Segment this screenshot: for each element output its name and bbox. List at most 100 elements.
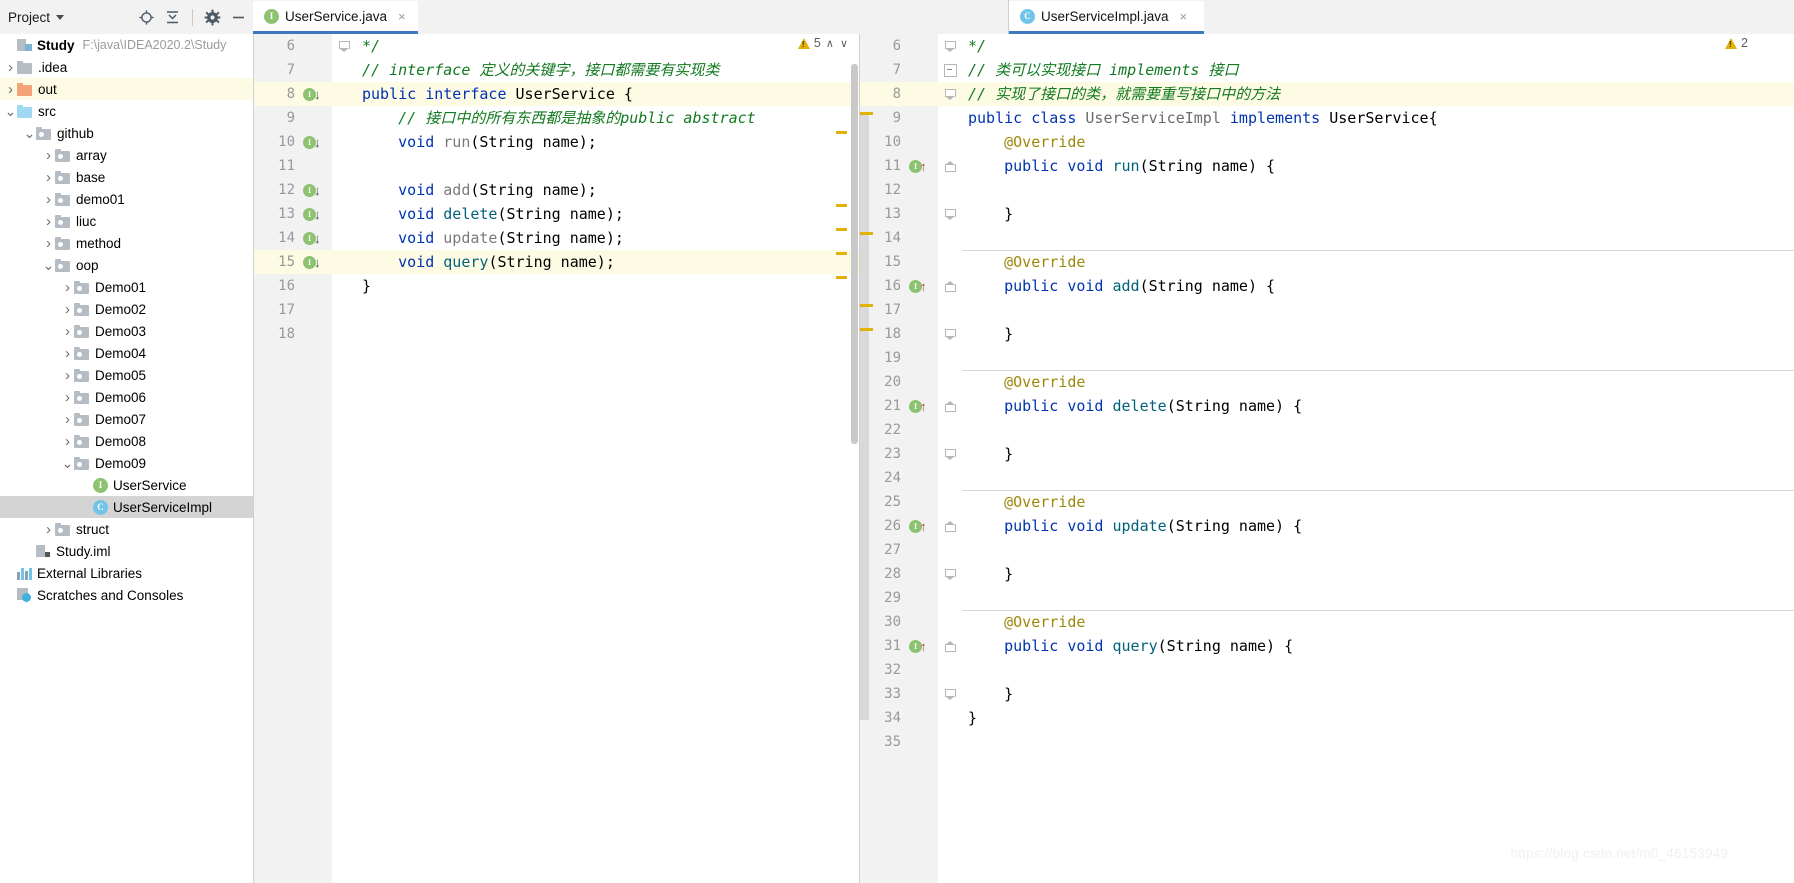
- code-line[interactable]: [356, 322, 859, 346]
- code-line[interactable]: [962, 730, 1794, 754]
- error-stripe-mark[interactable]: [860, 112, 873, 115]
- chevron-right-icon[interactable]: ›: [61, 342, 74, 364]
- chevron-right-icon[interactable]: ›: [61, 408, 74, 430]
- tree-item--idea[interactable]: ›.idea: [0, 56, 253, 78]
- code-text[interactable]: */// interface 定义的关键字，接口都需要有实现类public in…: [356, 34, 859, 883]
- code-line[interactable]: [962, 226, 1794, 250]
- code-line[interactable]: [356, 154, 859, 178]
- fold-region-end-icon[interactable]: [945, 41, 956, 52]
- fold-gutter[interactable]: [938, 34, 962, 883]
- code-line[interactable]: @Override: [962, 610, 1794, 634]
- code-line[interactable]: [962, 298, 1794, 322]
- locate-icon[interactable]: [138, 9, 155, 26]
- implemented-by-icon[interactable]: I↓: [303, 253, 327, 271]
- chevron-right-icon[interactable]: ›: [42, 518, 55, 540]
- project-title[interactable]: Project: [8, 10, 50, 25]
- fold-region-end-icon[interactable]: [945, 569, 956, 580]
- close-icon[interactable]: ×: [398, 10, 406, 23]
- code-line[interactable]: void update(String name);: [356, 226, 859, 250]
- code-line[interactable]: [962, 538, 1794, 562]
- tree-item-src[interactable]: ⌄src: [0, 100, 253, 122]
- inspection-widget-left[interactable]: 5 ∧ ∨: [798, 36, 849, 50]
- tree-item-userserviceimpl[interactable]: CUserServiceImpl: [0, 496, 253, 518]
- error-stripe-mark[interactable]: [836, 252, 847, 255]
- tree-item-demo08[interactable]: ›Demo08: [0, 430, 253, 452]
- fold-region-end-icon[interactable]: [945, 689, 956, 700]
- prev-problem-icon[interactable]: ∧: [825, 37, 835, 50]
- fold-region-end-icon[interactable]: [945, 449, 956, 460]
- tree-item-demo03[interactable]: ›Demo03: [0, 320, 253, 342]
- gutter-marks[interactable]: I↓ I↓ I↓ I↓ I↓ I↓: [300, 34, 332, 883]
- tree-item-out[interactable]: ›out: [0, 78, 253, 100]
- error-stripe-mark[interactable]: [860, 328, 873, 331]
- fold-region-start-icon[interactable]: [945, 641, 956, 652]
- tab-user-service-impl-java[interactable]: C UserServiceImpl.java ×: [1009, 1, 1204, 34]
- chevron-down-icon[interactable]: ⌄: [23, 122, 36, 144]
- chevron-right-icon[interactable]: ›: [42, 144, 55, 166]
- tree-item-base[interactable]: ›base: [0, 166, 253, 188]
- tab-user-service-java[interactable]: I UserService.java ×: [253, 1, 418, 34]
- tree-item-method[interactable]: ›method: [0, 232, 253, 254]
- chevron-down-icon[interactable]: ⌄: [61, 452, 74, 474]
- settings-gear-icon[interactable]: [204, 9, 221, 26]
- implemented-by-icon[interactable]: I↓: [303, 181, 327, 199]
- code-line[interactable]: [962, 346, 1794, 370]
- tree-item-demo02[interactable]: ›Demo02: [0, 298, 253, 320]
- tree-item-demo05[interactable]: ›Demo05: [0, 364, 253, 386]
- chevron-right-icon[interactable]: ›: [61, 386, 74, 408]
- code-line[interactable]: [962, 658, 1794, 682]
- code-line[interactable]: void run(String name);: [356, 130, 859, 154]
- code-line[interactable]: public interface UserService {: [356, 82, 859, 106]
- code-line[interactable]: public void run(String name) {: [962, 154, 1794, 178]
- code-line[interactable]: public void delete(String name) {: [962, 394, 1794, 418]
- code-line[interactable]: */: [962, 34, 1794, 58]
- fold-collapse-icon[interactable]: [944, 64, 957, 77]
- tree-item-external-libraries[interactable]: External Libraries: [0, 562, 253, 584]
- code-line[interactable]: [962, 586, 1794, 610]
- tree-item-demo01[interactable]: ›demo01: [0, 188, 253, 210]
- fold-region-start-icon[interactable]: [945, 401, 956, 412]
- chevron-right-icon[interactable]: ›: [61, 430, 74, 452]
- chevron-down-icon[interactable]: ⌄: [42, 254, 55, 276]
- code-line[interactable]: [962, 466, 1794, 490]
- code-line[interactable]: }: [962, 562, 1794, 586]
- implements-method-icon[interactable]: I↑: [909, 157, 933, 175]
- chevron-right-icon[interactable]: ›: [42, 166, 55, 188]
- implements-method-icon[interactable]: I↑: [909, 397, 933, 415]
- tree-item-demo01[interactable]: ›Demo01: [0, 276, 253, 298]
- chevron-down-icon[interactable]: [56, 15, 64, 20]
- tree-item-struct[interactable]: ›struct: [0, 518, 253, 540]
- implemented-by-icon[interactable]: I↓: [303, 229, 327, 247]
- code-line[interactable]: // interface 定义的关键字，接口都需要有实现类: [356, 58, 859, 82]
- tree-item-userservice[interactable]: IUserService: [0, 474, 253, 496]
- tree-item-demo07[interactable]: ›Demo07: [0, 408, 253, 430]
- error-stripe-mark[interactable]: [860, 304, 873, 307]
- fold-region-start-icon[interactable]: [945, 521, 956, 532]
- tree-item-github[interactable]: ⌄github: [0, 122, 253, 144]
- code-line[interactable]: [962, 178, 1794, 202]
- code-line[interactable]: // 实现了接口的类，就需要重写接口中的方法: [962, 82, 1794, 106]
- code-line[interactable]: }: [962, 442, 1794, 466]
- code-line[interactable]: public void query(String name) {: [962, 634, 1794, 658]
- implemented-by-icon[interactable]: I↓: [303, 133, 327, 151]
- tree-item-scratches-and-consoles[interactable]: Scratches and Consoles: [0, 584, 253, 606]
- tree-item-study-iml[interactable]: Study.iml: [0, 540, 253, 562]
- tree-item-demo04[interactable]: ›Demo04: [0, 342, 253, 364]
- hide-toolwindow-icon[interactable]: [230, 9, 247, 26]
- code-line[interactable]: void add(String name);: [356, 178, 859, 202]
- code-line[interactable]: }: [962, 202, 1794, 226]
- implemented-by-icon[interactable]: I↓: [303, 85, 327, 103]
- chevron-right-icon[interactable]: ›: [4, 78, 17, 100]
- implemented-by-icon[interactable]: I↓: [303, 205, 327, 223]
- implements-method-icon[interactable]: I↑: [909, 637, 933, 655]
- code-line[interactable]: @Override: [962, 130, 1794, 154]
- chevron-right-icon[interactable]: ›: [61, 298, 74, 320]
- chevron-right-icon[interactable]: ›: [4, 56, 17, 78]
- code-line[interactable]: void query(String name);: [356, 250, 859, 274]
- code-line[interactable]: // 类可以实现接口 implements 接口: [962, 58, 1794, 82]
- chevron-right-icon[interactable]: ›: [42, 232, 55, 254]
- tree-item-demo06[interactable]: ›Demo06: [0, 386, 253, 408]
- implements-method-icon[interactable]: I↑: [909, 517, 933, 535]
- error-stripe-mark[interactable]: [836, 276, 847, 279]
- fold-region-start-icon[interactable]: [945, 281, 956, 292]
